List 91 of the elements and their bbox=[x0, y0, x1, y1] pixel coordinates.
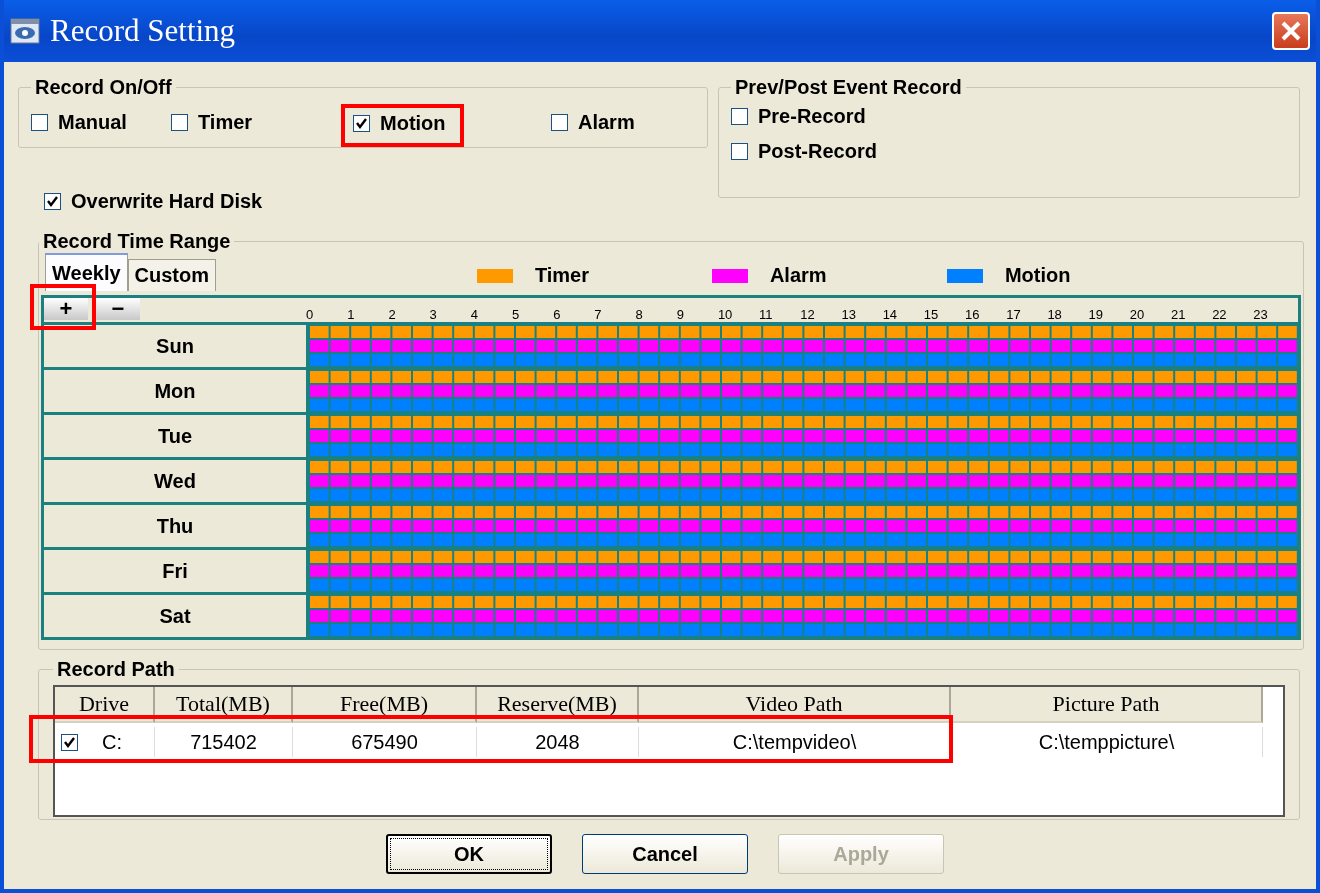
day-label: Mon bbox=[154, 379, 196, 403]
checkbox-label: Alarm bbox=[578, 110, 635, 134]
window-title: Record Setting bbox=[50, 13, 236, 49]
alarm-strip[interactable] bbox=[310, 610, 1297, 622]
alarm-strip[interactable] bbox=[310, 385, 1297, 397]
alarm-strip[interactable] bbox=[310, 475, 1297, 487]
hour-label: 23 bbox=[1253, 307, 1268, 322]
zoom-in-button[interactable]: + bbox=[44, 298, 88, 320]
hour-label: 14 bbox=[882, 307, 898, 322]
hour-label: 12 bbox=[800, 307, 815, 322]
motion-strip[interactable] bbox=[310, 534, 1297, 546]
table-cell: C:\temppicture\ bbox=[1038, 730, 1175, 754]
day-label: Sun bbox=[156, 334, 194, 358]
hour-label: 17 bbox=[1006, 307, 1021, 322]
motion-strip[interactable] bbox=[310, 624, 1297, 636]
hour-label: 19 bbox=[1088, 307, 1104, 322]
motion-strip[interactable] bbox=[310, 579, 1297, 591]
motion-strip[interactable] bbox=[310, 444, 1297, 456]
hour-label: 4 bbox=[470, 307, 478, 322]
group-title: Prev/Post Event Record bbox=[734, 76, 963, 99]
hour-label: 22 bbox=[1212, 307, 1227, 322]
checkbox-label: Motion bbox=[380, 111, 446, 135]
hour-label: 5 bbox=[511, 307, 520, 322]
checkbox[interactable] bbox=[731, 143, 748, 160]
day-label: Tue bbox=[157, 424, 193, 448]
hour-label: 3 bbox=[429, 307, 437, 322]
checkbox-label: Manual bbox=[58, 110, 127, 134]
tab[interactable]: Custom bbox=[127, 259, 217, 291]
motion-strip[interactable] bbox=[310, 489, 1297, 501]
group-title: Record Path bbox=[56, 658, 176, 681]
dialog-button[interactable]: OK bbox=[386, 834, 552, 874]
checkbox-label: Overwrite Hard Disk bbox=[71, 189, 263, 213]
hour-label: 1 bbox=[347, 307, 355, 322]
timer-strip[interactable] bbox=[310, 551, 1297, 563]
table-cell: C:\tempvideo\ bbox=[732, 730, 857, 754]
column-header[interactable]: Picture Path bbox=[951, 687, 1263, 723]
hour-label: 21 bbox=[1170, 307, 1186, 322]
table-cell: 675490 bbox=[351, 730, 418, 754]
checkbox-label: Timer bbox=[198, 110, 253, 134]
hour-label: 15 bbox=[923, 307, 939, 322]
checkbox[interactable] bbox=[353, 114, 370, 132]
hour-label: 6 bbox=[553, 307, 561, 322]
close-button[interactable] bbox=[1272, 12, 1310, 50]
day-label: Fri bbox=[162, 559, 188, 583]
alarm-strip[interactable] bbox=[310, 340, 1297, 352]
timer-strip[interactable] bbox=[310, 371, 1297, 383]
checkbox[interactable] bbox=[551, 113, 568, 131]
motion-strip[interactable] bbox=[310, 354, 1297, 366]
checkbox-label: Post-Record bbox=[758, 140, 877, 163]
timer-strip[interactable] bbox=[310, 596, 1297, 608]
checkbox-label: Pre-Record bbox=[758, 105, 866, 128]
zoom-out-button[interactable]: − bbox=[96, 298, 140, 320]
hour-label: 20 bbox=[1129, 307, 1145, 322]
legend-label: Motion bbox=[1004, 264, 1071, 287]
timer-strip[interactable] bbox=[310, 461, 1297, 473]
tab[interactable]: Weekly bbox=[45, 253, 128, 291]
alarm-strip[interactable] bbox=[310, 565, 1297, 577]
checkbox[interactable] bbox=[31, 113, 48, 131]
table-cell: 2048 bbox=[535, 730, 580, 754]
day-label: Sat bbox=[159, 604, 191, 628]
table-cell: 715402 bbox=[190, 730, 257, 754]
checkbox[interactable] bbox=[171, 113, 188, 131]
hour-label: 7 bbox=[594, 307, 602, 322]
group-title: Record On/Off bbox=[34, 76, 173, 99]
hour-label: 0 bbox=[306, 307, 314, 322]
hour-label: 18 bbox=[1047, 307, 1062, 322]
legend-label: Alarm bbox=[769, 264, 827, 287]
checkbox[interactable] bbox=[44, 192, 61, 210]
timer-strip[interactable] bbox=[310, 326, 1297, 338]
hour-label: 13 bbox=[841, 307, 856, 322]
alarm-strip[interactable] bbox=[310, 520, 1297, 532]
day-label: Wed bbox=[154, 469, 196, 493]
dialog-button[interactable]: Cancel bbox=[582, 834, 748, 874]
app-icon bbox=[10, 18, 40, 44]
hour-label: 10 bbox=[717, 307, 733, 322]
group-title: Record Time Range bbox=[42, 230, 232, 253]
hour-label: 2 bbox=[388, 307, 396, 322]
checkbox[interactable] bbox=[731, 108, 748, 125]
motion-strip[interactable] bbox=[310, 399, 1297, 411]
checkbox[interactable] bbox=[61, 733, 78, 751]
timer-strip[interactable] bbox=[310, 416, 1297, 428]
hour-label: 9 bbox=[676, 307, 684, 322]
hour-label: 8 bbox=[635, 307, 643, 322]
timer-strip[interactable] bbox=[310, 506, 1297, 518]
legend-label: Timer bbox=[534, 264, 589, 287]
hour-label: 11 bbox=[759, 307, 773, 322]
day-label: Thu bbox=[156, 514, 194, 538]
close-icon bbox=[1279, 19, 1303, 43]
hour-label: 16 bbox=[965, 307, 980, 322]
table-cell: C: bbox=[102, 730, 122, 754]
alarm-strip[interactable] bbox=[310, 430, 1297, 442]
